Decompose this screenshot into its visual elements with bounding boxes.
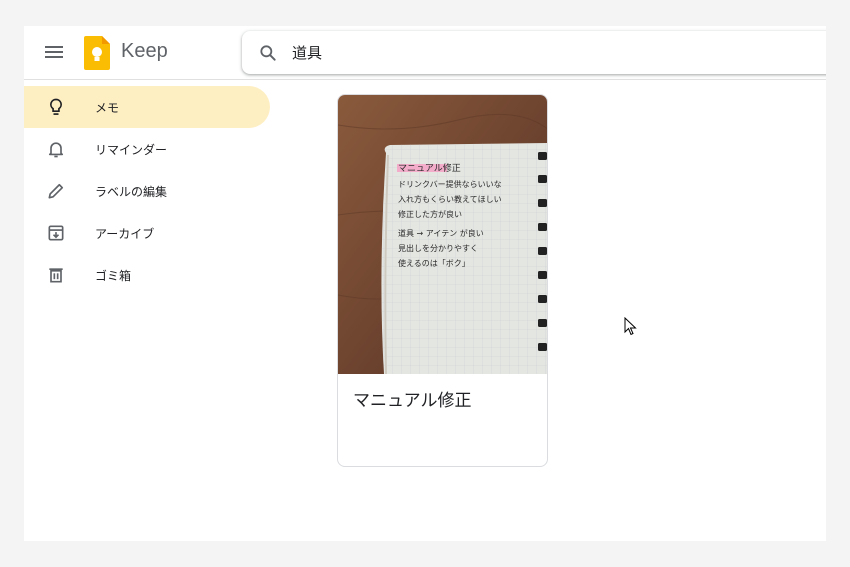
lightbulb-icon	[50, 98, 62, 115]
note-title[interactable]: マニュアル修正	[353, 386, 472, 411]
handwritten-line: ドリンクバー提供ならいいな	[398, 179, 502, 189]
bell-icon	[48, 142, 64, 158]
sidebar-item-label: リマインダー	[95, 143, 168, 157]
sidebar-item-notes[interactable]: メモ	[24, 86, 270, 128]
top-header: Keep	[24, 26, 826, 80]
keep-logo-icon[interactable]	[84, 36, 110, 70]
trash-icon	[49, 268, 63, 283]
note-photo[interactable]: マニュアル修正 ドリンクバー提供ならいいな 入れ方もくらい教えてほしい 修正した…	[338, 95, 548, 374]
handwritten-line: 使えるのは「ボク」	[398, 258, 470, 268]
search-bar[interactable]	[242, 31, 826, 74]
pencil-icon	[48, 183, 64, 199]
sidebar-item-archive[interactable]: アーカイブ	[24, 212, 270, 254]
sidebar-item-label: ゴミ箱	[95, 269, 132, 283]
mouse-pointer-icon	[624, 317, 637, 336]
note-card[interactable]: マニュアル修正 ドリンクバー提供ならいいな 入れ方もくらい教えてほしい 修正した…	[337, 94, 548, 467]
app-title[interactable]: Keep	[121, 40, 168, 63]
sidebar-item-trash[interactable]: ゴミ箱	[24, 254, 270, 296]
search-icon[interactable]	[258, 43, 278, 63]
sidebar-item-reminders[interactable]: リマインダー	[24, 128, 270, 170]
handwritten-line: 道具 → アイテン が良い	[398, 228, 484, 238]
sidebar-item-edit-labels[interactable]: ラベルの編集	[24, 170, 270, 212]
sidebar-item-label: ラベルの編集	[95, 185, 168, 199]
hamburger-menu-icon[interactable]	[44, 43, 64, 63]
handwritten-line: 修正した方が良い	[398, 209, 462, 219]
sidebar-item-label: アーカイブ	[95, 227, 155, 241]
keep-app-window: Keep メモ リマインダー	[24, 26, 826, 541]
handwritten-heading: マニュアル修正	[398, 162, 461, 174]
search-input[interactable]	[292, 37, 692, 67]
sidebar-item-label: メモ	[95, 101, 120, 115]
handwritten-line: 見出しを分かりやすく	[398, 243, 478, 253]
handwritten-line: 入れ方もくらい教えてほしい	[398, 194, 502, 204]
sidebar: メモ リマインダー ラベルの編集 アーカイブ ゴミ箱	[24, 86, 270, 296]
archive-icon	[48, 225, 64, 241]
